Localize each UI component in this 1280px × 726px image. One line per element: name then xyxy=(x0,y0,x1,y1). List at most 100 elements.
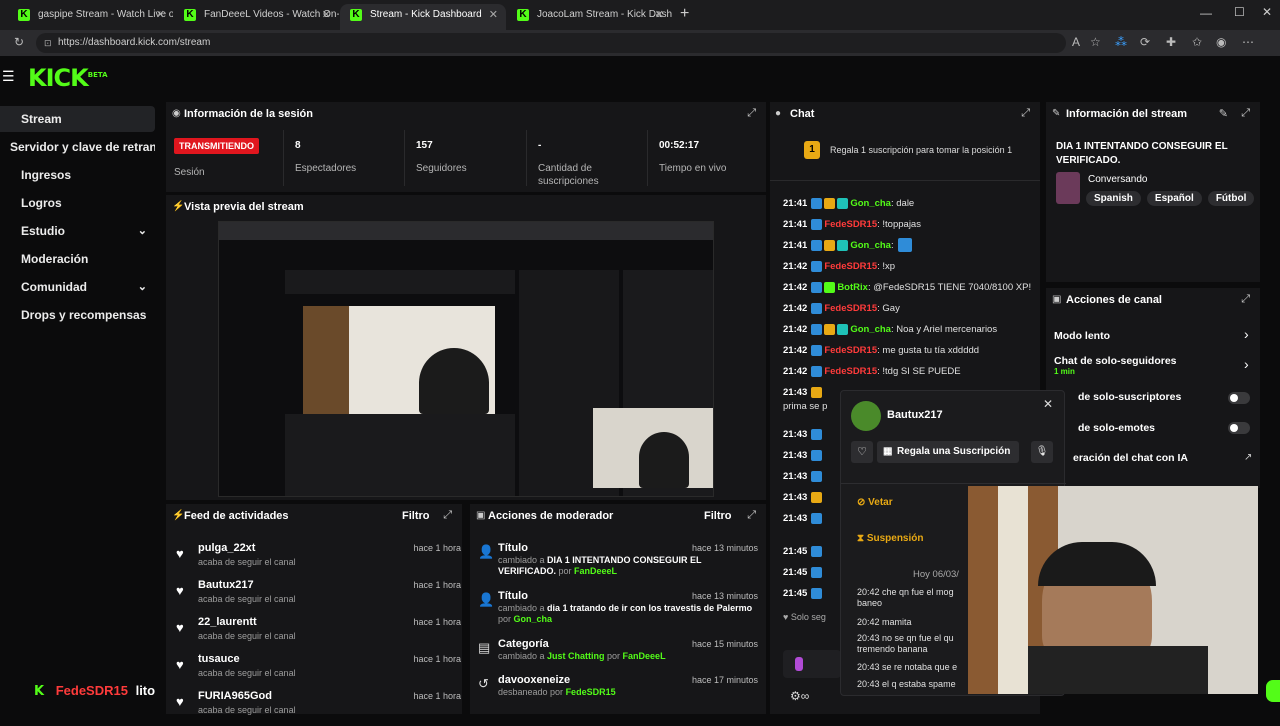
minimize-icon[interactable]: — xyxy=(1200,6,1212,20)
list-item: ♥ pulga_22xt acaba de seguir el canal hace … xyxy=(176,542,461,567)
browser-tab[interactable]: K JoacoLam Stream - Kick Dashboar ✕ xyxy=(507,4,672,30)
followers-value: 157 xyxy=(416,140,433,151)
rank-badge-icon: 1 xyxy=(804,141,820,159)
timeout-button[interactable]: ⧗ Suspensión xyxy=(857,533,924,544)
follow-heart-button[interactable]: ♡ xyxy=(851,441,873,463)
user-message: 20:43 no se qn fue el qu tremendo banana xyxy=(857,633,954,654)
expand-icon[interactable]: ⤢ xyxy=(1021,107,1030,120)
emotes-only-toggle[interactable] xyxy=(1228,422,1250,434)
sidebar-item-logros[interactable]: Logros xyxy=(0,190,155,216)
kick-header: ☰ KICKBETA xyxy=(0,56,1280,98)
new-tab-icon[interactable]: + xyxy=(680,5,689,23)
browser-tab-active[interactable]: K Stream - Kick Dashboard ✕ xyxy=(340,4,506,30)
chat-input[interactable] xyxy=(783,650,841,678)
expand-icon[interactable]: ⤢ xyxy=(747,509,756,522)
live-time-value: 00:52:17 xyxy=(659,140,700,151)
sidebar-item-estudio[interactable]: Estudio ⌄ xyxy=(0,218,155,244)
panel-title: Información del stream xyxy=(1066,108,1188,120)
chevron-down-icon: ⌄ xyxy=(137,281,147,293)
chat-message: 21:41 Gon_cha: xyxy=(783,237,914,255)
live-time-label: Tiempo en vivo xyxy=(659,163,727,174)
user-message: 20:43 el q estaba spame xyxy=(857,679,956,689)
stream-preview-panel: ⚡ Vista previa del stream xyxy=(166,195,766,500)
expand-icon[interactable]: ⤢ xyxy=(747,107,756,120)
gift-sub-button[interactable]: ▦ Regala una Suscripción xyxy=(877,441,1019,463)
site-info-icon[interactable]: ⊡ xyxy=(44,33,52,53)
list-item: ♥ tusauce acaba de seguir el canal hace 1 h… xyxy=(176,653,461,678)
expand-icon[interactable]: ⤢ xyxy=(443,509,452,522)
sidebar-item-ingresos[interactable]: Ingresos xyxy=(0,162,155,188)
chevron-right-icon[interactable]: › xyxy=(1244,356,1249,372)
chevron-right-icon[interactable]: › xyxy=(1244,326,1249,342)
heart-icon: ♥ xyxy=(176,657,184,672)
tag[interactable]: Fútbol xyxy=(1207,191,1255,206)
stream-preview-video[interactable] xyxy=(218,221,714,497)
hamburger-menu-icon[interactable]: ☰ xyxy=(2,68,15,85)
sidebar-item-server-key[interactable]: Servidor y clave de retransm xyxy=(0,134,155,160)
kick-favicon-icon: K xyxy=(350,9,362,21)
panel-title: Feed de actividades xyxy=(184,510,289,522)
mic-button[interactable]: 🎙 xyxy=(1031,441,1053,463)
browser-tab[interactable]: K gaspipe Stream - Watch Live on Ki ✕ xyxy=(8,4,173,30)
browser-tab[interactable]: K FanDeeeL Videos - Watch On-Den ✕ xyxy=(174,4,339,30)
subscribers-only-toggle[interactable] xyxy=(1228,392,1250,404)
bolt-icon: ⚡ xyxy=(172,510,185,521)
shield-icon: ▣ xyxy=(1052,294,1062,305)
sidebar-item-drops[interactable]: Drops y recompensas xyxy=(0,302,155,328)
read-aloud-icon[interactable]: A xyxy=(1072,35,1080,49)
close-tab-icon[interactable]: ✕ xyxy=(655,4,664,26)
close-tab-icon[interactable]: ✕ xyxy=(156,4,165,26)
close-tab-icon[interactable]: ✕ xyxy=(322,4,331,26)
sidebar-item-moderacion[interactable]: Moderación xyxy=(0,246,155,272)
sidebar-item-stream[interactable]: Stream xyxy=(0,106,155,132)
category-thumbnail xyxy=(1056,172,1080,204)
chat-settings-icon[interactable]: ⚙∞ xyxy=(790,689,809,703)
chat-message: 21:43 xyxy=(783,489,824,507)
refresh-ext-icon[interactable]: ⟳ xyxy=(1140,35,1150,49)
user-message: 20:43 se re notaba que e xyxy=(857,662,958,672)
wrench-icon: ✎ xyxy=(1052,108,1061,119)
emote-picker-icon[interactable] xyxy=(795,657,803,671)
favorites-bar-icon[interactable]: ✩ xyxy=(1192,35,1202,49)
popup-username[interactable]: Bautux217 xyxy=(887,409,943,421)
followers-only-row[interactable]: Chat de solo-seguidores xyxy=(1054,355,1254,367)
subs-label: Cantidad de suscripciones xyxy=(538,163,599,187)
filter-button[interactable]: Filtro xyxy=(704,510,732,522)
ai-moderation-row[interactable]: eración del chat con IA xyxy=(1073,452,1273,464)
gift-leaderboard-banner[interactable]: 1 Regala 1 suscripción para tomar la pos… xyxy=(804,140,1034,160)
side-widget-button[interactable] xyxy=(1266,680,1280,702)
heart-icon: ♥ xyxy=(176,583,184,598)
kick-logo[interactable]: KICKBETA xyxy=(28,64,108,92)
category-name[interactable]: Conversando xyxy=(1088,174,1147,185)
tag[interactable]: Español xyxy=(1146,191,1202,206)
slow-mode-row[interactable]: Modo lento xyxy=(1054,330,1254,342)
expand-icon[interactable]: ⤢ xyxy=(1241,293,1250,306)
chat-icon: ● xyxy=(775,108,782,119)
more-menu-icon[interactable]: ⋯ xyxy=(1242,35,1254,49)
list-item: ♥ 22_laurentt acaba de seguir el canal hace… xyxy=(176,616,461,641)
close-icon[interactable]: ✕ xyxy=(1043,397,1053,411)
close-window-icon[interactable]: ✕ xyxy=(1262,5,1272,19)
stream-alert-overlay: K FedeSDR15 lito xyxy=(34,683,156,699)
reload-icon[interactable]: ↻ xyxy=(14,35,24,49)
close-tab-icon[interactable]: ✕ xyxy=(489,4,498,26)
chat-message: 21:42 FedeSDR15: !xp xyxy=(783,260,896,272)
favorite-icon[interactable]: ☆ xyxy=(1090,35,1101,49)
tag-list: SpanishEspañolFútbolGa xyxy=(1086,190,1260,206)
profile-icon[interactable]: ◉ xyxy=(1216,35,1226,49)
url-field[interactable]: ⊡ https://dashboard.kick.com/stream xyxy=(36,33,1066,53)
extension-icon[interactable]: ⁂ xyxy=(1115,35,1127,49)
puzzle-icon[interactable]: ✚ xyxy=(1166,35,1176,49)
filter-button[interactable]: Filtro xyxy=(402,510,430,522)
heart-icon: ♥ xyxy=(176,620,184,635)
stream-title: DIA 1 INTENTANDO CONSEGUIR EL VERIFICADO… xyxy=(1056,141,1228,166)
viewers-label: Espectadores xyxy=(295,163,357,174)
kick-favicon-icon: K xyxy=(18,9,30,21)
edit-icon[interactable]: ✎ xyxy=(1219,107,1228,120)
maximize-icon[interactable]: ☐ xyxy=(1234,5,1245,19)
expand-icon[interactable]: ⤢ xyxy=(1241,107,1250,120)
ban-button[interactable]: ⊘ Vetar xyxy=(857,497,893,508)
tag[interactable]: Spanish xyxy=(1086,191,1141,206)
external-link-icon[interactable]: ↗ xyxy=(1244,452,1252,463)
sidebar-item-comunidad[interactable]: Comunidad ⌄ xyxy=(0,274,155,300)
